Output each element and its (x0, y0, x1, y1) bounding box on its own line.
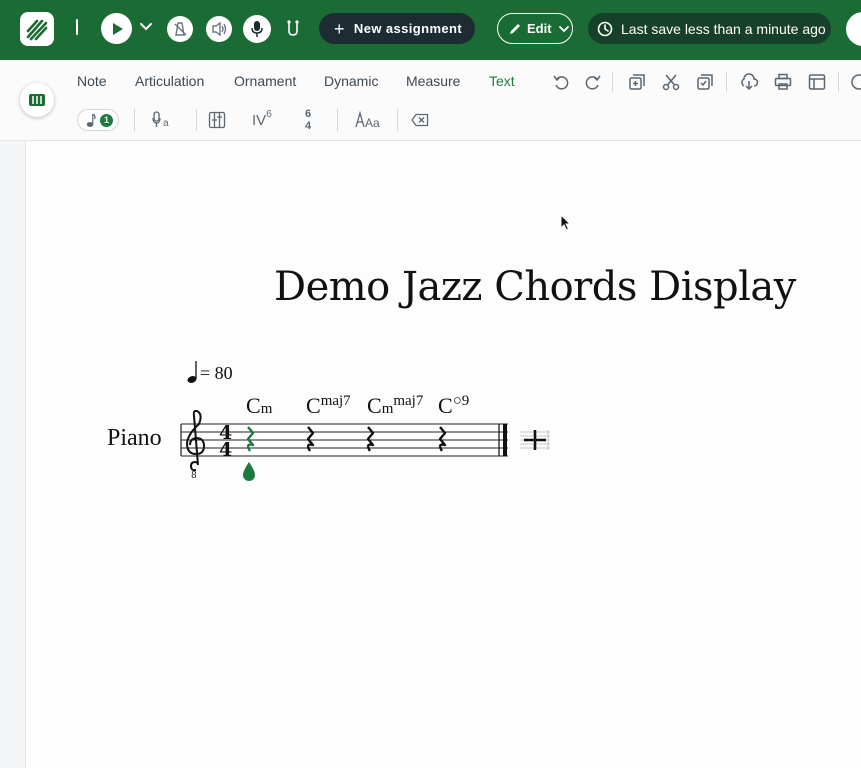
delete-backspace-icon[interactable] (411, 113, 429, 127)
chevron-down-icon[interactable] (139, 22, 153, 32)
chord-superscript: maj7 (320, 393, 351, 409)
selection-handle-icon[interactable] (243, 462, 255, 481)
pencil-icon (510, 23, 520, 34)
chord-superscript: ○9 (452, 393, 470, 409)
quarter-note-icon (187, 361, 197, 383)
chord-superscript: maj7 (393, 393, 424, 409)
metronome-icon (167, 16, 193, 42)
new-assignment-button[interactable]: + New assignment (319, 13, 475, 44)
note-count: 1 (100, 114, 113, 127)
staff[interactable]: 8 4 4 (178, 410, 558, 490)
tempo-marking[interactable]: = 80 (200, 363, 233, 384)
note-selection-badge[interactable]: 1 (77, 109, 119, 131)
new-assignment-label: New assignment (353, 21, 463, 36)
duplicate-icon[interactable] (628, 73, 646, 91)
figured-bottom: 4 (305, 120, 312, 132)
top-bar: + New assignment Edit Last save less tha… (0, 0, 861, 60)
microphone-icon (251, 21, 263, 37)
tab-note[interactable]: Note (77, 73, 107, 89)
divider (196, 109, 197, 131)
svg-text:Aa: Aa (365, 116, 380, 129)
redo-icon[interactable] (584, 73, 602, 91)
divider (838, 72, 839, 92)
speaker-icon (206, 16, 232, 42)
mouse-cursor-icon (560, 214, 572, 231)
quarter-rest[interactable] (306, 426, 315, 452)
roman-numeral: IV (252, 111, 267, 129)
clock-icon (597, 21, 613, 36)
microphone-button[interactable] (243, 15, 271, 43)
save-status-text: Last save less than a minute ago (621, 20, 826, 37)
quarter-rest[interactable] (438, 426, 447, 452)
figured-top: 6 (305, 108, 312, 120)
play-button[interactable] (101, 13, 132, 44)
chord-grid-icon[interactable] (208, 111, 226, 129)
tab-measure[interactable]: Measure (406, 73, 460, 89)
divider (726, 72, 727, 92)
speaker-button[interactable] (205, 15, 233, 43)
text-style-icon[interactable]: Aa (354, 111, 380, 129)
divider (134, 109, 135, 131)
figured-bass-button[interactable]: 6 4 (305, 106, 311, 134)
divider (612, 72, 613, 92)
note-icon (86, 113, 96, 127)
time-signature-bottom: 4 (219, 439, 232, 461)
paste-icon[interactable] (696, 73, 714, 91)
print-icon[interactable] (774, 73, 792, 91)
divider (337, 109, 338, 131)
logo-icon[interactable] (20, 12, 54, 46)
instrument-label[interactable]: Piano (107, 425, 162, 452)
score-title[interactable]: Demo Jazz Chords Display (274, 264, 796, 310)
add-icon[interactable] (850, 73, 861, 91)
edit-label: Edit (527, 21, 552, 36)
save-status: Last save less than a minute ago (588, 13, 831, 44)
tab-dynamic[interactable]: Dynamic (324, 73, 378, 89)
roman-superscript: 6 (266, 108, 272, 120)
roman-numeral-button[interactable]: IV 6 (252, 109, 272, 131)
undo-icon[interactable] (552, 73, 570, 91)
tuning-icon[interactable] (284, 19, 302, 39)
plus-icon: + (334, 18, 345, 39)
tab-ornament[interactable]: Ornament (234, 73, 296, 89)
overflow-button[interactable] (846, 12, 861, 46)
piano-icon (29, 94, 45, 106)
quarter-rest[interactable] (366, 426, 375, 452)
tab-text[interactable]: Text (489, 73, 515, 89)
edit-button[interactable]: Edit (497, 13, 573, 44)
chevron-down-icon (558, 25, 569, 32)
tab-articulation[interactable]: Articulation (135, 73, 204, 89)
cloud-download-icon[interactable] (740, 73, 758, 91)
divider (397, 109, 398, 131)
treble-clef-icon: 8 (185, 410, 206, 481)
toolbar-area: Note Articulation Ornament Dynamic Measu… (0, 60, 861, 141)
scissors-icon[interactable] (662, 73, 680, 91)
metronome-button[interactable] (166, 15, 194, 43)
quarter-rest[interactable] (246, 426, 255, 452)
svg-text:a: a (163, 118, 169, 129)
add-measure-icon[interactable] (520, 430, 550, 450)
svg-text:8: 8 (191, 471, 197, 481)
lyrics-icon[interactable]: a (152, 111, 174, 129)
play-icon (112, 22, 123, 35)
layout-icon[interactable] (808, 73, 826, 91)
piano-keyboard-button[interactable] (20, 83, 54, 117)
divider (76, 19, 78, 35)
